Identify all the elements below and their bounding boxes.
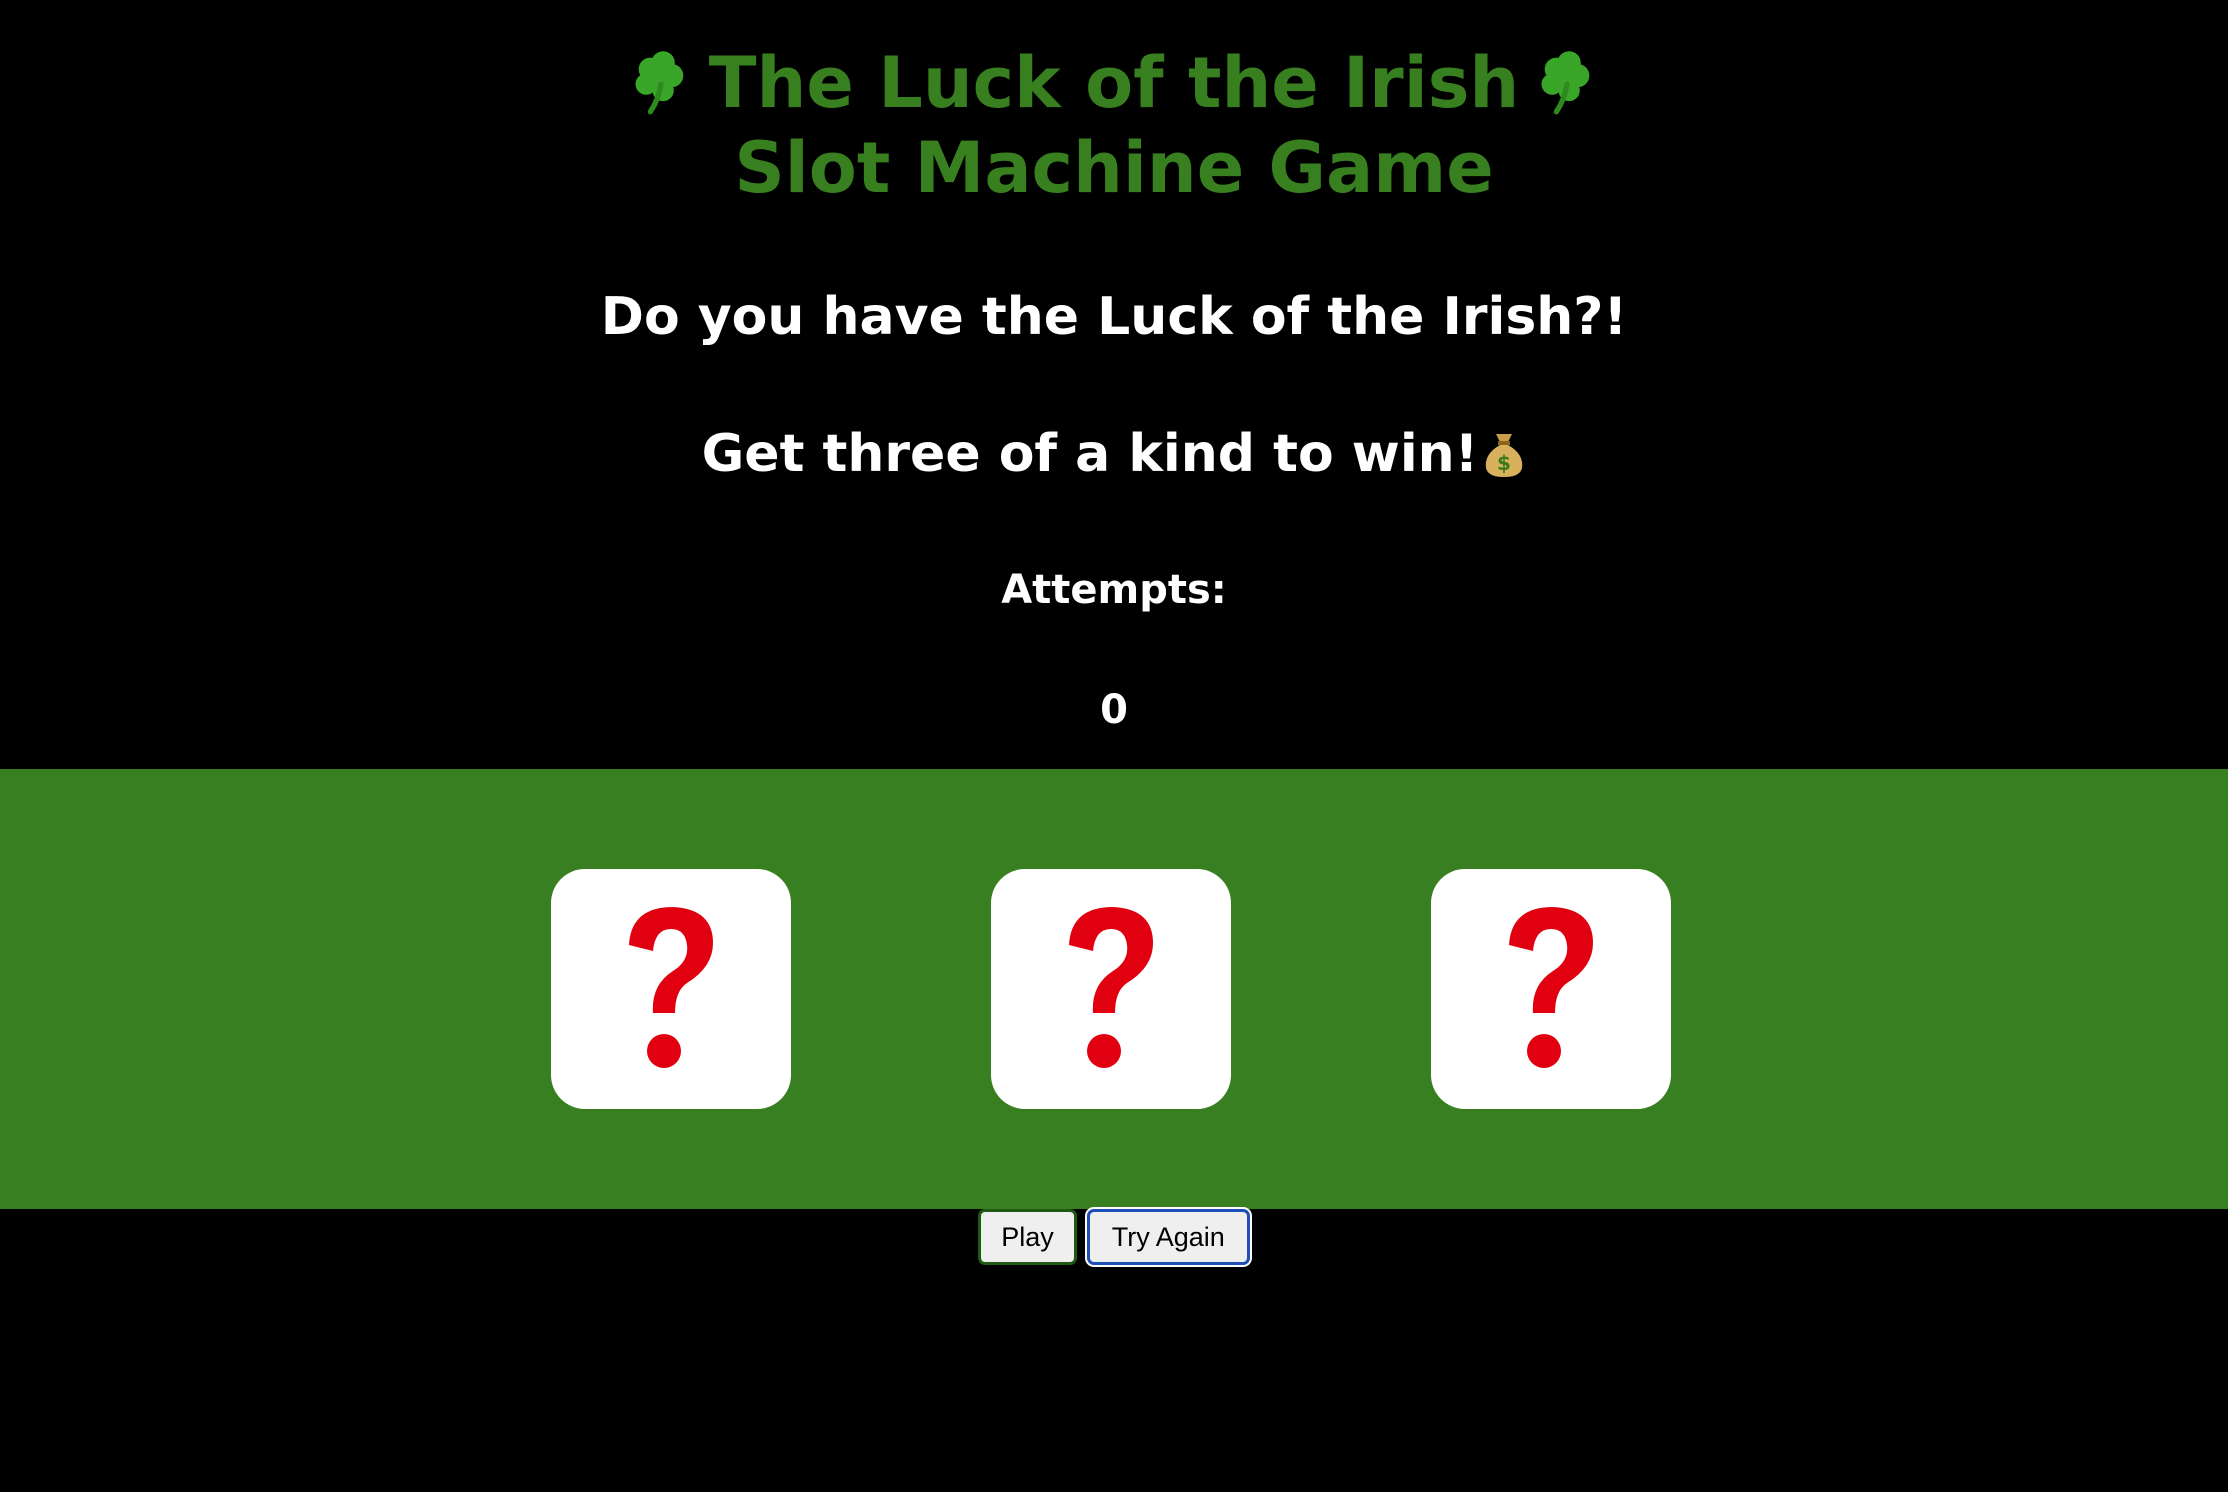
goal-heading: Get three of a kind to win! $ [0,422,2228,486]
question-mark-icon [1069,907,1153,1068]
slot-reel-2 [991,869,1231,1109]
title-text-line1: The Luck of the Irish [708,42,1520,124]
slot-reel-1 [551,869,791,1109]
attempts-label: Attempts: [1001,567,1227,613]
question-heading: Do you have the Luck of the Irish?! [0,285,2228,349]
page-title: The Luck of the Irish [0,40,2228,126]
title-text-line2: Slot Machine Game [734,127,1494,209]
slot-reels-area [0,769,2228,1209]
shamrock-icon [1541,51,1590,115]
question-text: Do you have the Luck of the Irish?! [600,287,1628,347]
play-button[interactable]: Play [978,1209,1077,1265]
money-bag-icon: $ [1486,434,1523,477]
slot-reel-3 [1431,869,1671,1109]
svg-text:$: $ [1497,451,1511,475]
controls: Play Try Again [0,1209,2228,1265]
question-mark-icon [629,907,713,1068]
page-subtitle: Slot Machine Game [0,125,2228,211]
attempts-counter: 0 [1100,687,1128,733]
question-mark-icon [1509,907,1593,1068]
try-again-button[interactable]: Try Again [1086,1209,1250,1265]
shamrock-icon [635,51,684,115]
goal-text: Get three of a kind to win! [701,424,1479,484]
